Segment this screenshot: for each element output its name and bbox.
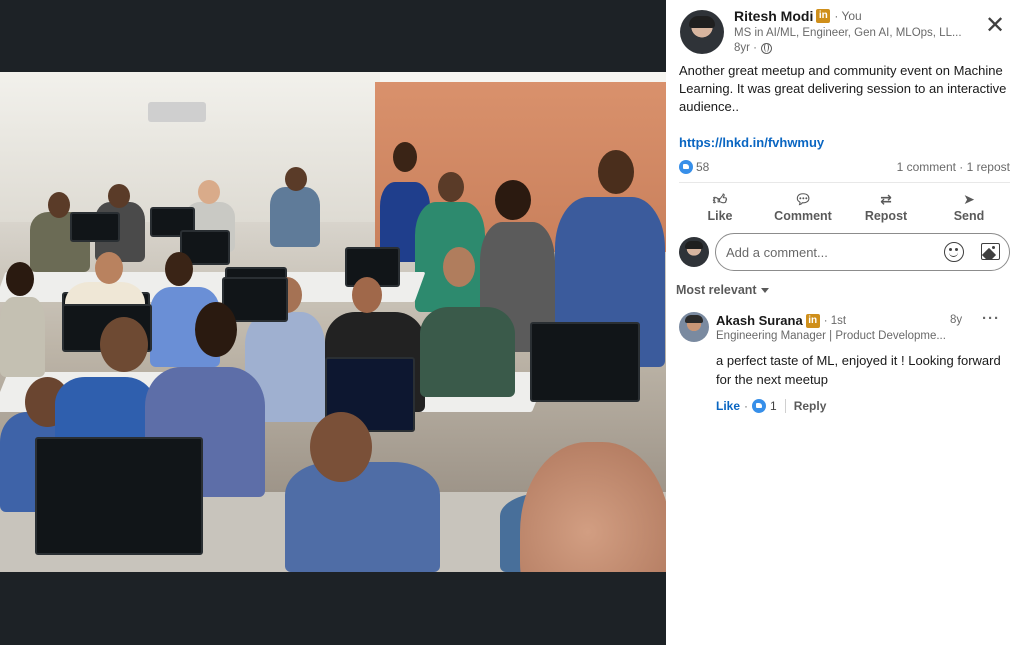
commenter-avatar[interactable] [679, 312, 709, 342]
post-photo [0, 72, 666, 572]
comment-composer [679, 233, 1010, 271]
caret-down-icon [760, 287, 769, 293]
send-icon: ➤ [963, 191, 975, 207]
like-reaction-icon [752, 399, 767, 413]
sort-label: Most relevant [676, 283, 757, 297]
globe-icon [761, 42, 772, 54]
like-label: Like [707, 209, 733, 223]
comment-icon: 💬︎ [794, 191, 812, 207]
send-label: Send [953, 209, 985, 223]
image-icon[interactable] [981, 243, 1000, 260]
author-avatar[interactable] [680, 10, 724, 54]
comment-button[interactable]: 💬︎ Comment [762, 185, 844, 229]
emoji-icon[interactable] [944, 242, 964, 262]
close-icon[interactable]: ✕ [983, 14, 1007, 38]
comment-input[interactable] [715, 233, 1010, 271]
more-icon[interactable]: ··· [982, 310, 1000, 327]
comment-time: 8y [950, 314, 963, 326]
reactions-count[interactable]: 58 [696, 160, 709, 174]
divider [679, 182, 1010, 183]
comment-like-count[interactable]: 1 [770, 399, 777, 413]
post-text: Another great meetup and community event… [679, 63, 1007, 114]
comment-sort-dropdown[interactable]: Most relevant [676, 283, 769, 297]
author-headline: MS in AI/ML, Engineer, Gen AI, MLOps, LL… [734, 27, 962, 39]
reply-button[interactable]: Reply [794, 399, 827, 413]
premium-badge-icon: in [805, 313, 820, 328]
connection-degree: · 1st [823, 314, 847, 327]
social-counts: 58 1 comment · 1 repost [679, 159, 1010, 179]
author-name[interactable]: Ritesh Modi [734, 8, 813, 24]
comment-label: Comment [774, 209, 832, 223]
divider [784, 399, 786, 413]
my-avatar [679, 237, 709, 267]
post-link[interactable]: https://lnkd.in/fvhwmuy [679, 135, 824, 150]
post-detail-panel: ✕ Ritesh Modi in · You MS in AI/ML, Engi… [666, 0, 1023, 645]
comment-like-button[interactable]: Like [716, 399, 740, 413]
comment-text: a perfect taste of ML, enjoyed it ! Look… [716, 353, 1001, 387]
send-button[interactable]: ➤ Send [928, 185, 1010, 229]
like-reaction-icon [679, 159, 693, 174]
commenter-name[interactable]: Akash Surana [716, 313, 803, 328]
like-button[interactable]: 👍︎ Like [679, 185, 761, 229]
separator: · [744, 399, 749, 413]
like-icon: 👍︎ [712, 191, 728, 207]
image-viewer [0, 0, 666, 645]
commenter-headline: Engineering Manager | Product Developme.… [716, 330, 946, 342]
author-relation: · You [834, 9, 862, 23]
repost-button[interactable]: ⇄ Repost [845, 185, 927, 229]
repost-label: Repost [864, 209, 908, 223]
post-author: Ritesh Modi in · You MS in AI/ML, Engine… [680, 8, 980, 56]
post-time: 8yr · [734, 42, 757, 54]
premium-badge-icon: in [816, 9, 831, 23]
comment-actions: Like · 1 Reply [716, 399, 826, 413]
comments-reposts-count[interactable]: 1 comment · 1 repost [897, 160, 1010, 174]
repost-icon: ⇄ [880, 191, 892, 207]
social-actions: 👍︎ Like 💬︎ Comment ⇄ Repost ➤ Send [679, 185, 1010, 229]
